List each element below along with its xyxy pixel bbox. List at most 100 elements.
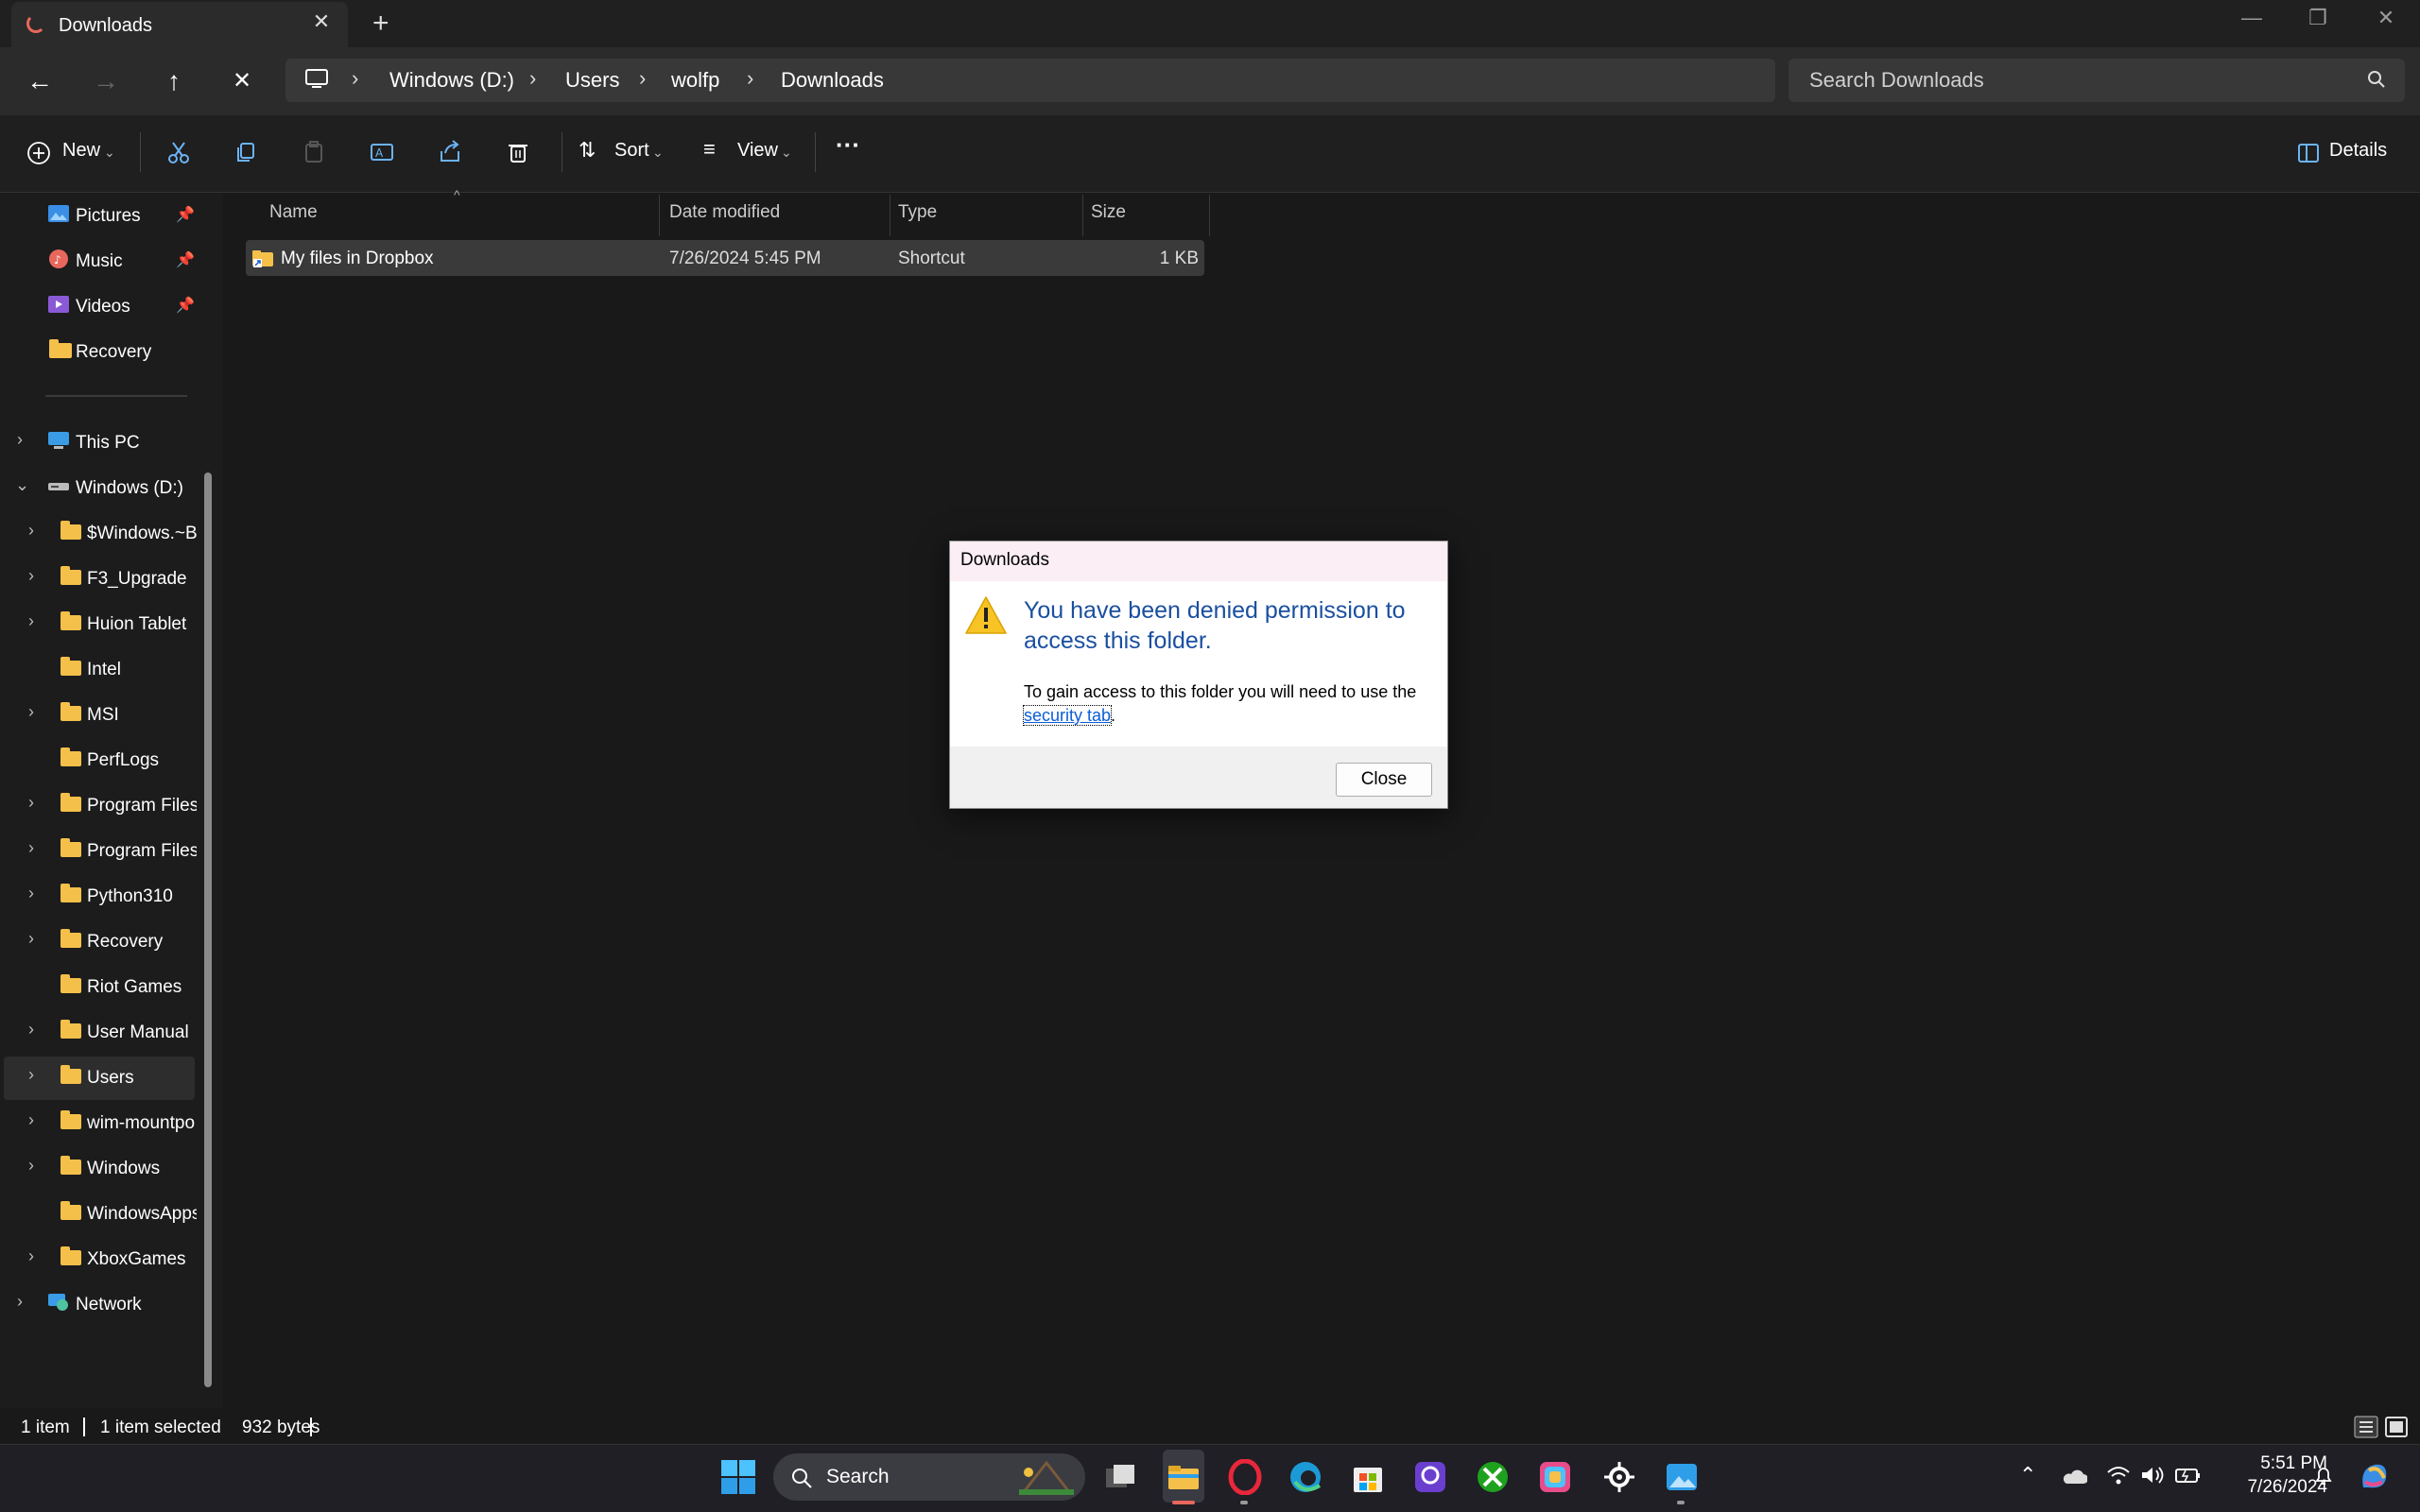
sidebar-folder-item[interactable]: › Users	[0, 1056, 199, 1099]
sidebar-folder-item[interactable]: › Program Files	[0, 783, 199, 827]
chevron-right-icon[interactable]: ›	[28, 1156, 34, 1176]
view-button[interactable]: View	[737, 140, 778, 162]
sidebar-scrollbar[interactable]	[204, 472, 212, 1387]
sidebar-folder-item[interactable]: › XboxGames	[0, 1237, 199, 1280]
clock-date[interactable]: 7/26/2024	[2220, 1477, 2327, 1498]
chevron-right-icon[interactable]: ›	[28, 1020, 34, 1040]
onedrive-icon[interactable]	[2061, 1467, 2087, 1486]
rename-icon[interactable]: A	[366, 136, 398, 168]
xbox-icon[interactable]	[1475, 1459, 1511, 1495]
dialog-body: To gain access to this folder you will n…	[1022, 680, 1430, 728]
chevron-right-icon[interactable]: ›	[28, 702, 34, 722]
copy-icon[interactable]	[230, 136, 262, 168]
edge-icon[interactable]	[1288, 1459, 1323, 1495]
search-icon[interactable]	[2367, 70, 2386, 89]
sidebar-folder-item[interactable]: WindowsApps	[0, 1192, 199, 1235]
steelseries-icon[interactable]	[1601, 1459, 1637, 1495]
chevron-right-icon[interactable]: ›	[28, 793, 34, 813]
chevron-right-icon[interactable]: ›	[28, 611, 34, 631]
volume-icon[interactable]	[2140, 1465, 2165, 1486]
minimize-button[interactable]: —	[2233, 6, 2271, 30]
chevron-right-icon[interactable]: ›	[28, 1065, 34, 1085]
notification-bell-icon[interactable]	[2312, 1465, 2335, 1487]
sidebar-folder-item[interactable]: › F3_Upgrade	[0, 557, 199, 600]
file-size: 1 KB	[1159, 249, 1199, 268]
tab-close-button[interactable]: ✕	[310, 9, 333, 36]
sidebar-item-pictures[interactable]: Pictures 📌	[0, 194, 199, 237]
details-button[interactable]: Details	[2329, 140, 2387, 162]
sort-icon: ⇅	[579, 138, 596, 162]
up-button[interactable]: ↑	[153, 60, 195, 102]
share-icon[interactable]	[434, 136, 466, 168]
videos-icon	[48, 296, 69, 313]
task-view-icon[interactable]	[1102, 1459, 1138, 1495]
breadcrumb-users[interactable]: Users	[565, 68, 619, 93]
new-tab-button[interactable]: +	[372, 8, 389, 40]
details-view-icon[interactable]	[2354, 1416, 2378, 1438]
color-app-icon[interactable]	[1537, 1459, 1573, 1495]
sidebar-folder-item[interactable]: › Huion Tablet	[0, 602, 199, 645]
forward-button[interactable]: →	[85, 60, 127, 102]
security-tab-link[interactable]: security tab	[1022, 705, 1113, 726]
sidebar-folder-item[interactable]: › MSI	[0, 693, 199, 736]
sidebar-folder-item[interactable]: Riot Games	[0, 965, 199, 1008]
sidebar-folder-item[interactable]: › Program Files (	[0, 829, 199, 872]
store-icon[interactable]	[1350, 1459, 1386, 1495]
chevron-up-icon[interactable]: ⌃	[2019, 1463, 2036, 1487]
chevron-down-icon[interactable]: ⌄	[15, 475, 29, 495]
sidebar-folder-item[interactable]: › Recovery	[0, 919, 199, 963]
window-close-button[interactable]: ✕	[2367, 6, 2405, 30]
file-explorer-icon[interactable]	[1166, 1459, 1201, 1495]
sidebar-folder-item[interactable]: › wim-mountpo	[0, 1101, 199, 1144]
paste-icon[interactable]	[298, 136, 330, 168]
sidebar-item-drive[interactable]: ⌄ Windows (D:)	[0, 466, 199, 509]
chevron-right-icon[interactable]: ›	[28, 1110, 34, 1130]
maximize-button[interactable]: ❐	[2299, 6, 2337, 30]
breadcrumb-downloads[interactable]: Downloads	[781, 68, 884, 93]
column-header-size[interactable]: Size	[1091, 202, 1126, 223]
sidebar-folder-item[interactable]: › Python310	[0, 874, 199, 918]
breadcrumb-wolfp[interactable]: wolfp	[671, 68, 719, 93]
sort-button[interactable]: Sort	[614, 140, 649, 162]
delete-icon[interactable]	[502, 136, 534, 168]
start-icon[interactable]	[720, 1459, 756, 1495]
chevron-right-icon[interactable]: ›	[17, 1292, 23, 1312]
photos-icon[interactable]	[1664, 1459, 1700, 1495]
chevron-right-icon[interactable]: ›	[28, 521, 34, 541]
breadcrumb-drive[interactable]: Windows (D:)	[389, 68, 514, 93]
column-header-name[interactable]: Name	[269, 202, 318, 223]
sidebar-folder-item[interactable]: › Windows	[0, 1146, 199, 1190]
chevron-right-icon[interactable]: ›	[17, 430, 23, 450]
chevron-right-icon[interactable]: ›	[28, 929, 34, 949]
column-divider[interactable]	[659, 195, 660, 236]
column-divider[interactable]	[1209, 195, 1210, 236]
chevron-right-icon[interactable]: ›	[28, 838, 34, 858]
battery-icon[interactable]	[2174, 1465, 2201, 1486]
sidebar-item-recovery-quick[interactable]: Recovery	[0, 330, 199, 373]
new-button[interactable]: New	[62, 140, 100, 162]
sidebar-item-network[interactable]: › Network	[0, 1282, 199, 1326]
wifi-icon[interactable]	[2106, 1465, 2131, 1486]
sidebar-item-videos[interactable]: Videos 📌	[0, 284, 199, 328]
copilot-icon[interactable]	[2358, 1461, 2390, 1491]
close-button[interactable]: Close	[1336, 763, 1432, 797]
chevron-right-icon[interactable]: ›	[28, 884, 34, 903]
chevron-right-icon[interactable]: ›	[28, 566, 34, 586]
chevron-right-icon[interactable]: ›	[28, 1246, 34, 1266]
stop-button[interactable]: ✕	[221, 60, 263, 102]
cut-icon[interactable]	[163, 136, 195, 168]
sidebar-item-music[interactable]: ♪ Music 📌	[0, 239, 199, 283]
column-header-date[interactable]: Date modified	[669, 202, 780, 223]
column-header-type[interactable]: Type	[898, 202, 937, 223]
app-icon[interactable]	[1412, 1459, 1448, 1495]
back-button[interactable]: ←	[19, 60, 60, 102]
sidebar-folder-item[interactable]: › $Windows.~BT	[0, 511, 199, 555]
sidebar-folder-item[interactable]: PerfLogs	[0, 738, 199, 782]
more-options-button[interactable]: ···	[836, 130, 860, 160]
sidebar-item-this-pc[interactable]: › This PC	[0, 421, 199, 464]
opera-icon[interactable]	[1227, 1459, 1263, 1495]
tiles-view-icon[interactable]	[2384, 1416, 2409, 1438]
sidebar-folder-item[interactable]: › User Manual	[0, 1010, 199, 1054]
sidebar-folder-item[interactable]: Intel	[0, 647, 199, 691]
column-divider[interactable]	[1082, 195, 1083, 236]
